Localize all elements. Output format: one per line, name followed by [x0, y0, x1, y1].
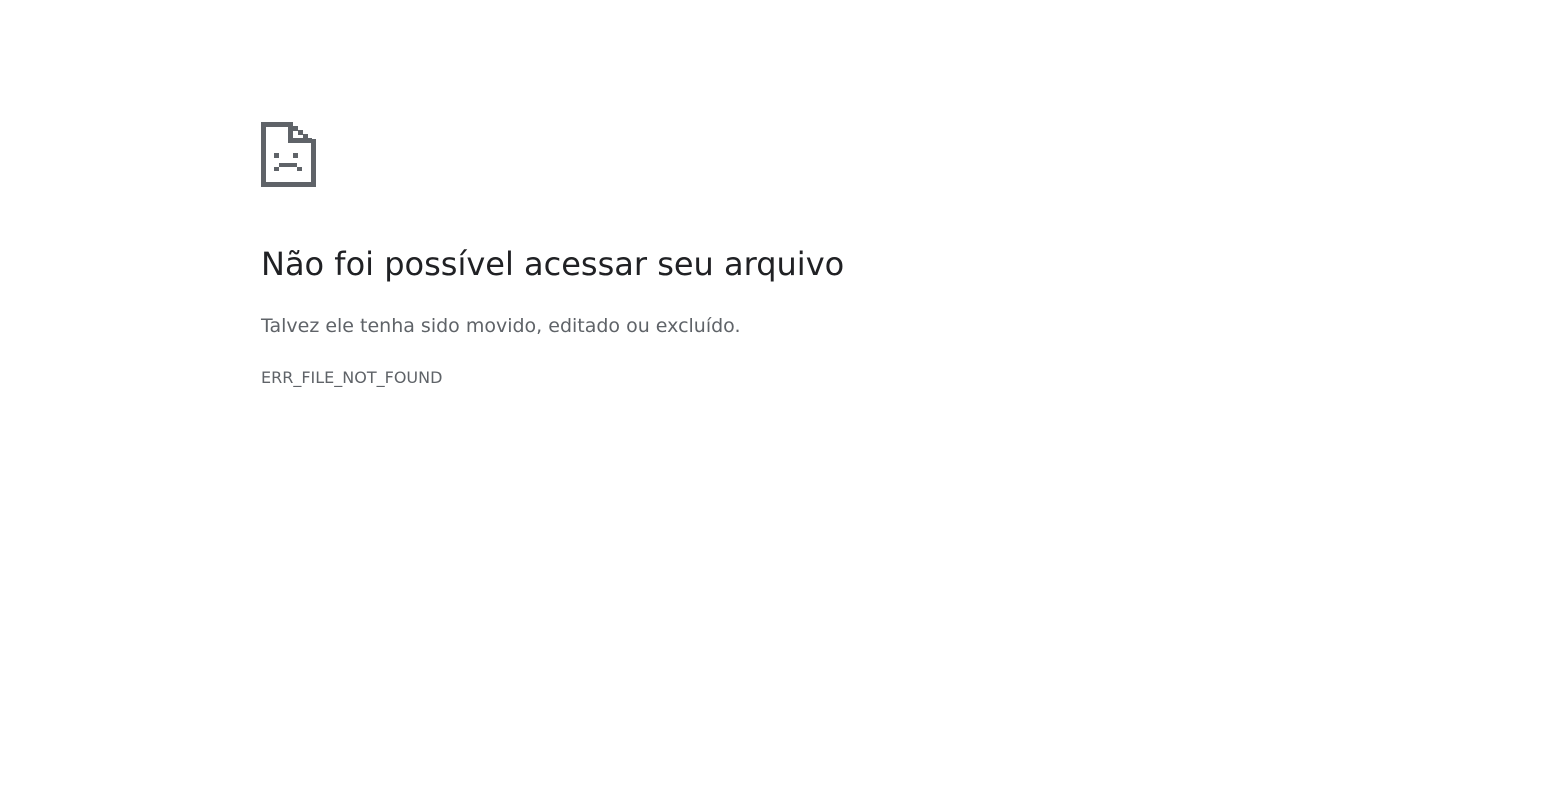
error-page: Não foi possível acessar seu arquivo Tal…: [0, 0, 1554, 792]
sad-document-icon: [261, 122, 316, 187]
error-icon-container: [261, 122, 316, 187]
error-message: Talvez ele tenha sido movido, editado ou…: [261, 315, 741, 337]
error-title: Não foi possível acessar seu arquivo: [261, 245, 845, 283]
error-code: ERR_FILE_NOT_FOUND: [261, 368, 443, 387]
